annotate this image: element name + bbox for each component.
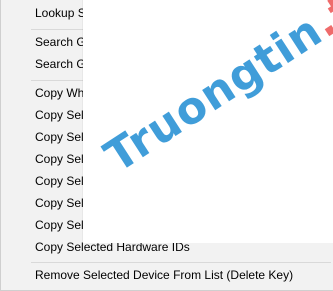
menu-separator bbox=[31, 262, 331, 263]
context-menu: Lookup S Search Go Search Go Copy Wh Cop… bbox=[0, 0, 333, 291]
menu-item-label: Copy Wh bbox=[35, 86, 85, 100]
overlapping-panel bbox=[83, 0, 333, 243]
menu-item-remove-device[interactable]: Remove Selected Device From List (Delete… bbox=[3, 264, 329, 286]
menu-item-label: Remove Selected Device From List (Delete… bbox=[35, 268, 294, 282]
menu-item-label: Lookup S bbox=[35, 6, 86, 20]
